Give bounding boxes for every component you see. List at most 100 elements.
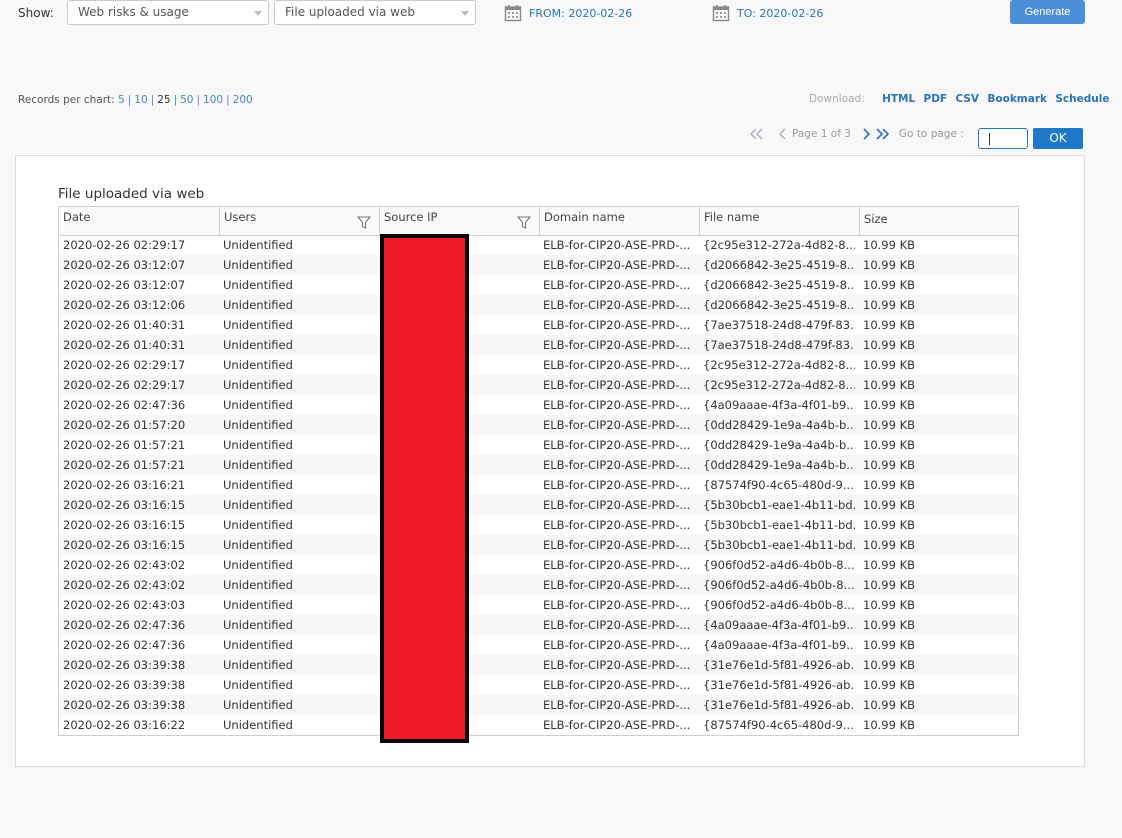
goto-page-input[interactable] — [978, 128, 1028, 149]
table-row[interactable]: 2020-02-26 01:57:21 Unidentified ELB-for-C… — [59, 455, 1018, 475]
schedule-link[interactable]: Schedule — [1055, 93, 1109, 105]
records-separator: | — [196, 94, 201, 106]
table-cell-size: 10.99 KB — [863, 478, 916, 492]
generate-button[interactable]: Generate — [1010, 0, 1085, 24]
download-csv-link[interactable]: CSV — [955, 93, 979, 105]
chevron-down-icon — [254, 11, 262, 16]
records-option-10[interactable]: 10 — [134, 94, 147, 106]
table-cell-domain-name: ELB-for-CIP20-ASE-PRD-... — [543, 338, 691, 352]
table-cell-domain-name: ELB-for-CIP20-ASE-PRD-... — [543, 598, 691, 612]
table-row[interactable]: 2020-02-26 01:40:31 Unidentified ELB-for-C… — [59, 335, 1018, 355]
column-header-date[interactable]: Date — [59, 207, 220, 235]
filter-icon[interactable] — [357, 216, 371, 229]
first-page-icon[interactable] — [750, 128, 764, 140]
records-option-5[interactable]: 5 — [118, 94, 125, 106]
download-pdf-link[interactable]: PDF — [924, 93, 948, 105]
records-separator: | — [226, 94, 230, 106]
records-option-200[interactable]: 200 — [233, 94, 253, 106]
table-row[interactable]: 2020-02-26 03:12:07 Unidentified ELB-for-C… — [59, 255, 1018, 275]
table-cell-users: Unidentified — [223, 338, 293, 352]
table-row[interactable]: 2020-02-26 02:29:17 Unidentified ELB-for-C… — [59, 375, 1018, 395]
page-indicator: Page 1 of 3 — [792, 128, 851, 140]
table-row[interactable]: 2020-02-26 03:39:38 Unidentified ELB-for-C… — [59, 675, 1018, 695]
table-row[interactable]: 2020-02-26 03:12:06 Unidentified ELB-for-C… — [59, 295, 1018, 315]
prev-page-icon[interactable] — [776, 128, 790, 140]
table-row[interactable]: 2020-02-26 02:29:17 Unidentified ELB-for-C… — [59, 235, 1018, 255]
table-cell-size: 10.99 KB — [863, 298, 916, 312]
table-row[interactable]: 2020-02-26 03:16:15 Unidentified ELB-for-C… — [59, 535, 1018, 555]
table-cell-date: 2020-02-26 03:39:38 — [63, 678, 186, 692]
table-cell-users: Unidentified — [223, 518, 293, 532]
table-cell-domain-name: ELB-for-CIP20-ASE-PRD-... — [543, 258, 691, 272]
table-row[interactable]: 2020-02-26 02:47:36 Unidentified ELB-for-C… — [59, 615, 1018, 635]
table-cell-size: 10.99 KB — [863, 238, 916, 252]
table-cell-date: 2020-02-26 03:16:15 — [63, 538, 186, 552]
table-cell-file-name: {2c95e312-272a-4d82-8... — [703, 358, 855, 372]
table-cell-file-name: {2c95e312-272a-4d82-8... — [703, 378, 855, 392]
filter-icon[interactable] — [517, 216, 531, 229]
table-cell-size: 10.99 KB — [863, 278, 916, 292]
download-html-link[interactable]: HTML — [882, 93, 915, 105]
records-separator: | — [173, 94, 178, 106]
goto-page-label: Go to page : — [898, 128, 964, 140]
table-cell-size: 10.99 KB — [863, 718, 916, 732]
table-cell-date: 2020-02-26 02:29:17 — [63, 358, 186, 372]
table-row[interactable]: 2020-02-26 02:47:36 Unidentified ELB-for-C… — [59, 395, 1018, 415]
table-cell-file-name: {87574f90-4c65-480d-9... — [703, 718, 854, 732]
table-cell-file-name: {31e76e1d-5f81-4926-ab... — [703, 678, 855, 692]
column-header-size[interactable]: Size — [860, 207, 1018, 235]
table-row[interactable]: 2020-02-26 02:43:02 Unidentified ELB-for-C… — [59, 555, 1018, 575]
table-cell-file-name: {d2066842-3e25-4519-8... — [703, 258, 855, 272]
column-header-domain-name[interactable]: Domain name — [540, 207, 700, 235]
bookmark-link[interactable]: Bookmark — [987, 93, 1047, 105]
table-cell-domain-name: ELB-for-CIP20-ASE-PRD-... — [543, 618, 691, 632]
table-row[interactable]: 2020-02-26 02:29:17 Unidentified ELB-for-C… — [59, 355, 1018, 375]
table-cell-users: Unidentified — [223, 298, 293, 312]
last-page-icon[interactable] — [875, 128, 889, 140]
records-option-100[interactable]: 100 — [203, 94, 223, 106]
table-cell-users: Unidentified — [223, 358, 293, 372]
report-table: Date Users Source IP Domain name File na… — [58, 206, 1019, 736]
column-header-source-ip[interactable]: Source IP — [380, 207, 540, 235]
table-row[interactable]: 2020-02-26 03:39:38 Unidentified ELB-for-C… — [59, 655, 1018, 675]
table-row[interactable]: 2020-02-26 03:16:15 Unidentified ELB-for-C… — [59, 515, 1018, 535]
table-cell-domain-name: ELB-for-CIP20-ASE-PRD-... — [543, 298, 691, 312]
column-header-users[interactable]: Users — [220, 207, 380, 235]
table-row[interactable]: 2020-02-26 02:43:03 Unidentified ELB-for-C… — [59, 595, 1018, 615]
table-cell-size: 10.99 KB — [863, 518, 916, 532]
to-date-picker[interactable]: TO: 2020-02-26 — [712, 4, 823, 22]
table-cell-domain-name: ELB-for-CIP20-ASE-PRD-... — [543, 558, 691, 572]
records-option-50[interactable]: 50 — [180, 94, 193, 106]
table-row[interactable]: 2020-02-26 02:47:36 Unidentified ELB-for-C… — [59, 635, 1018, 655]
download-label: Download: — [809, 93, 865, 105]
table-cell-domain-name: ELB-for-CIP20-ASE-PRD-... — [543, 638, 691, 652]
table-cell-file-name: {0dd28429-1e9a-4a4b-b... — [703, 438, 855, 452]
table-row[interactable]: 2020-02-26 02:43:02 Unidentified ELB-for-C… — [59, 575, 1018, 595]
from-date-picker[interactable]: FROM: 2020-02-26 — [504, 4, 632, 22]
table-cell-size: 10.99 KB — [863, 318, 916, 332]
table-cell-domain-name: ELB-for-CIP20-ASE-PRD-... — [543, 698, 691, 712]
table-cell-date: 2020-02-26 01:57:21 — [63, 438, 186, 452]
report-type-select[interactable]: Web risks & usage — [67, 0, 269, 25]
table-row[interactable]: 2020-02-26 03:16:15 Unidentified ELB-for-C… — [59, 495, 1018, 515]
table-row[interactable]: 2020-02-26 01:40:31 Unidentified ELB-for-C… — [59, 315, 1018, 335]
table-cell-file-name: {906f0d52-a4d6-4b0b-8... — [703, 558, 855, 572]
calendar-icon — [712, 5, 730, 22]
table-cell-size: 10.99 KB — [863, 418, 916, 432]
table-row[interactable]: 2020-02-26 01:57:20 Unidentified ELB-for-C… — [59, 415, 1018, 435]
chart-select[interactable]: File uploaded via web — [274, 0, 476, 25]
ok-button[interactable]: OK — [1033, 128, 1083, 149]
records-option-25[interactable]: 25 — [157, 94, 170, 106]
table-cell-date: 2020-02-26 02:47:36 — [63, 398, 186, 412]
table-cell-domain-name: ELB-for-CIP20-ASE-PRD-... — [543, 278, 691, 292]
column-header-file-name[interactable]: File name — [700, 207, 860, 235]
from-date-label: FROM: 2020-02-26 — [529, 6, 633, 20]
next-page-icon[interactable] — [859, 128, 873, 140]
table-row[interactable]: 2020-02-26 01:57:21 Unidentified ELB-for-C… — [59, 435, 1018, 455]
table-row[interactable]: 2020-02-26 03:16:22 Unidentified ELB-for-C… — [59, 715, 1018, 735]
table-cell-file-name: {4a09aaae-4f3a-4f01-b9... — [703, 638, 855, 652]
table-row[interactable]: 2020-02-26 03:16:21 Unidentified ELB-for-C… — [59, 475, 1018, 495]
table-cell-users: Unidentified — [223, 378, 293, 392]
table-row[interactable]: 2020-02-26 03:12:07 Unidentified ELB-for-C… — [59, 275, 1018, 295]
table-row[interactable]: 2020-02-26 03:39:38 Unidentified ELB-for-C… — [59, 695, 1018, 715]
